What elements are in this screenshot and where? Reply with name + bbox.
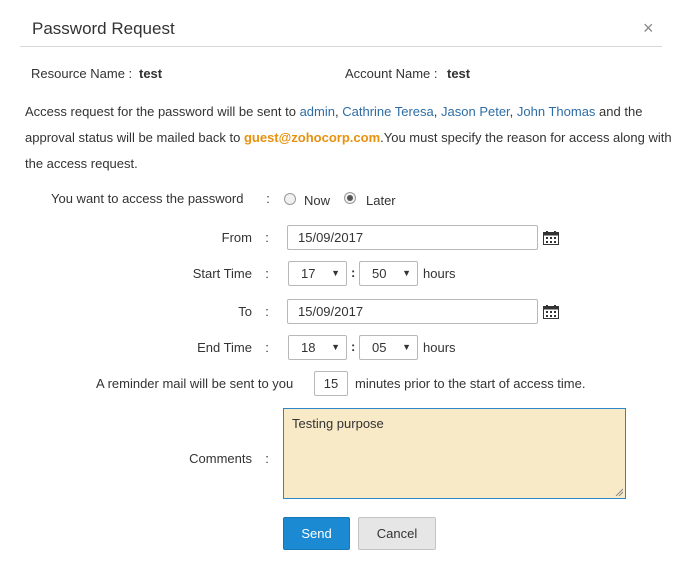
start-hour-select[interactable]: 17 ▼ [288,261,347,286]
end-minute-value: 05 [372,340,387,355]
approver-link[interactable]: Jason Peter [441,104,510,119]
from-date-input[interactable]: 15/09/2017 [287,225,538,250]
comments-textarea[interactable]: Testing purpose [283,408,626,499]
access-request-message: Access request for the password will be … [25,104,672,171]
message-prefix: Access request for the password will be … [25,104,300,119]
end-hour-select[interactable]: 18 ▼ [288,335,347,360]
colon: : [265,451,269,466]
start-minute-select[interactable]: 50 ▼ [359,261,418,286]
reminder-minutes-input[interactable]: 15 [314,371,348,396]
start-time-unit: hours [423,266,456,281]
time-separator: : [351,339,356,354]
to-label: To [238,304,252,319]
from-label: From [221,230,252,245]
calendar-icon[interactable] [543,231,559,245]
account-name-label: Account Name : [345,66,438,81]
to-date-input[interactable]: 15/09/2017 [287,299,538,324]
end-time-unit: hours [423,340,456,355]
reminder-prefix: A reminder mail will be sent to you [96,376,294,391]
send-button[interactable]: Send [283,517,350,550]
reminder-suffix: minutes prior to the start of access tim… [355,376,586,391]
radio-now-label: Now [304,193,331,208]
chevron-down-icon: ▼ [331,342,340,352]
radio-later-label: Later [366,193,396,208]
approver-link[interactable]: admin [300,104,335,119]
resource-name-label: Resource Name : [31,66,133,81]
start-minute-value: 50 [372,266,387,281]
notification-email: guest@zohocorp.com [243,130,381,145]
comments-label: Comments [189,451,252,466]
start-time-label: Start Time [192,266,252,281]
radio-later[interactable] [344,192,356,204]
chevron-down-icon: ▼ [331,268,340,278]
end-time-label: End Time [197,340,252,355]
colon: : [265,340,269,355]
account-name-value: test [447,66,471,81]
end-hour-value: 18 [301,340,316,355]
chevron-down-icon: ▼ [402,342,411,352]
resource-name-value: test [139,66,163,81]
radio-now[interactable] [284,193,296,205]
colon: : [265,266,269,281]
colon: : [265,304,269,319]
chevron-down-icon: ▼ [402,268,411,278]
approver-link[interactable]: Cathrine Teresa [342,104,434,119]
approver-link[interactable]: John Thomas [517,104,596,119]
resize-handle-icon[interactable] [615,488,623,496]
access-mode-label: You want to access the password [51,191,244,206]
dialog-title: Password Request [32,19,175,38]
time-separator: : [351,265,356,280]
start-hour-value: 17 [301,266,316,281]
end-minute-select[interactable]: 05 ▼ [359,335,418,360]
close-icon[interactable]: × [643,18,654,38]
colon: : [265,230,269,245]
calendar-icon[interactable] [543,305,559,319]
header-divider [20,46,662,47]
colon: : [266,191,270,206]
cancel-button[interactable]: Cancel [358,517,436,550]
